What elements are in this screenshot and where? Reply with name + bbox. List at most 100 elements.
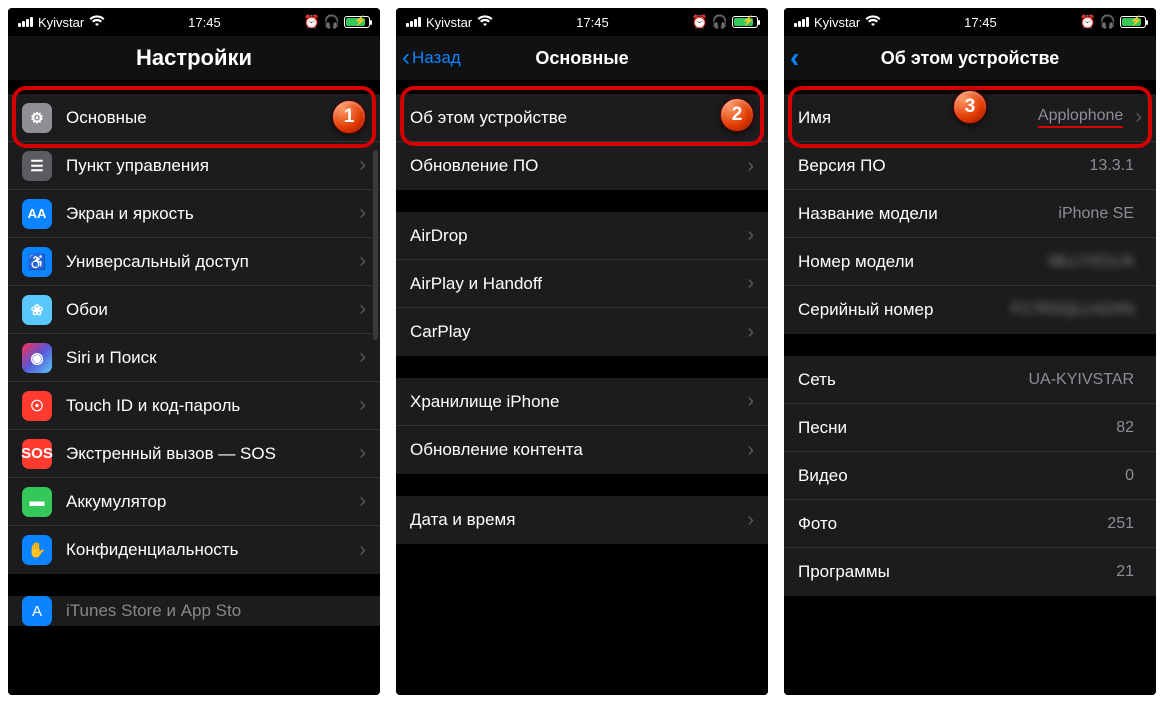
step-badge-2: 2 bbox=[720, 98, 754, 132]
signal-icon bbox=[18, 17, 33, 27]
headphones-icon: 🎧 bbox=[1100, 14, 1116, 30]
row-touchid[interactable]: ☉ Touch ID и код-пароль › bbox=[8, 382, 380, 430]
chevron-right-icon: › bbox=[359, 442, 366, 465]
general-screen: Kyivstar 17:45 ⏰ 🎧 ⚡ ‹ Назад Основные Об… bbox=[396, 8, 768, 695]
alarm-icon: ⏰ bbox=[692, 14, 708, 30]
row-model-number[interactable]: Номер модели MLLY2CL/A bbox=[784, 238, 1156, 286]
chevron-right-icon: › bbox=[747, 390, 754, 413]
scrollbar[interactable] bbox=[373, 150, 378, 340]
row-siri[interactable]: ◉ Siri и Поиск › bbox=[8, 334, 380, 382]
row-sos[interactable]: SOS Экстренный вызов — SOS › bbox=[8, 430, 380, 478]
nav-bar: Настройки bbox=[8, 36, 380, 80]
row-apps: Программы 21 bbox=[784, 548, 1156, 596]
nav-bar: ‹ Об этом устройстве bbox=[784, 36, 1156, 80]
chevron-right-icon: › bbox=[359, 539, 366, 562]
wallpaper-icon: ❀ bbox=[22, 295, 52, 325]
touchid-icon: ☉ bbox=[22, 391, 52, 421]
carrier-label: Kyivstar bbox=[426, 15, 472, 30]
chevron-right-icon: › bbox=[747, 272, 754, 295]
siri-icon: ◉ bbox=[22, 343, 52, 373]
clock: 17:45 bbox=[188, 15, 221, 30]
back-button[interactable]: ‹ Назад bbox=[402, 36, 461, 80]
step-badge-3: 3 bbox=[953, 90, 987, 124]
alarm-icon: ⏰ bbox=[304, 14, 320, 30]
chevron-right-icon: › bbox=[359, 298, 366, 321]
row-wallpaper[interactable]: ❀ Обои › bbox=[8, 286, 380, 334]
general-list[interactable]: Об этом устройстве › Обновление ПО › Air… bbox=[396, 80, 768, 695]
alarm-icon: ⏰ bbox=[1080, 14, 1096, 30]
headphones-icon: 🎧 bbox=[324, 14, 340, 30]
chevron-right-icon: › bbox=[359, 154, 366, 177]
clock: 17:45 bbox=[576, 15, 609, 30]
row-version[interactable]: Версия ПО 13.3.1 bbox=[784, 142, 1156, 190]
chevron-right-icon: › bbox=[747, 224, 754, 247]
clock: 17:45 bbox=[964, 15, 997, 30]
carrier-label: Kyivstar bbox=[38, 15, 84, 30]
about-list[interactable]: Имя Applophone › Версия ПО 13.3.1 Назван… bbox=[784, 80, 1156, 695]
row-itunes[interactable]: A iTunes Store и App Sto bbox=[8, 596, 380, 626]
battery-icon: ⚡ bbox=[344, 16, 370, 28]
row-battery[interactable]: ▬ Аккумулятор › bbox=[8, 478, 380, 526]
step-badge-1: 1 bbox=[332, 100, 366, 134]
sos-icon: SOS bbox=[22, 439, 52, 469]
switches-icon: ☰ bbox=[22, 151, 52, 181]
row-datetime[interactable]: Дата и время › bbox=[396, 496, 768, 544]
row-songs: Песни 82 bbox=[784, 404, 1156, 452]
chevron-right-icon: › bbox=[1135, 106, 1142, 129]
wifi-icon bbox=[89, 15, 105, 30]
page-title: Основные bbox=[535, 48, 628, 69]
status-bar: Kyivstar 17:45 ⏰ 🎧 ⚡ bbox=[8, 8, 380, 36]
row-privacy[interactable]: ✋ Конфиденциальность › bbox=[8, 526, 380, 574]
battery-icon: ⚡ bbox=[732, 16, 758, 28]
row-carplay[interactable]: CarPlay › bbox=[396, 308, 768, 356]
settings-screen: Kyivstar 17:45 ⏰ 🎧 ⚡ Настройки ⚙ Основны… bbox=[8, 8, 380, 695]
settings-list[interactable]: ⚙ Основные › ☰ Пункт управления › AA Экр… bbox=[8, 80, 380, 695]
device-name-value: Applophone bbox=[1038, 107, 1123, 128]
chevron-right-icon: › bbox=[359, 490, 366, 513]
row-control-center[interactable]: ☰ Пункт управления › bbox=[8, 142, 380, 190]
row-videos: Видео 0 bbox=[784, 452, 1156, 500]
chevron-right-icon: › bbox=[359, 394, 366, 417]
chevron-left-icon: ‹ bbox=[790, 44, 799, 72]
chevron-right-icon: › bbox=[747, 509, 754, 532]
row-about[interactable]: Об этом устройстве › bbox=[396, 94, 768, 142]
wifi-icon bbox=[865, 15, 881, 30]
signal-icon bbox=[406, 17, 421, 27]
chevron-right-icon: › bbox=[747, 155, 754, 178]
battery-icon: ⚡ bbox=[1120, 16, 1146, 28]
row-background-refresh[interactable]: Обновление контента › bbox=[396, 426, 768, 474]
battery-row-icon: ▬ bbox=[22, 487, 52, 517]
carrier-label: Kyivstar bbox=[814, 15, 860, 30]
chevron-right-icon: › bbox=[747, 439, 754, 462]
chevron-left-icon: ‹ bbox=[402, 46, 410, 70]
accessibility-icon: ♿ bbox=[22, 247, 52, 277]
row-general[interactable]: ⚙ Основные › bbox=[8, 94, 380, 142]
row-airplay[interactable]: AirPlay и Handoff › bbox=[396, 260, 768, 308]
row-serial[interactable]: Серийный номер F17RSQLLH2XN bbox=[784, 286, 1156, 334]
page-title: Настройки bbox=[136, 45, 252, 71]
row-network: Сеть UA-KYIVSTAR bbox=[784, 356, 1156, 404]
chevron-right-icon: › bbox=[359, 346, 366, 369]
row-model-name[interactable]: Название модели iPhone SE bbox=[784, 190, 1156, 238]
page-title: Об этом устройстве bbox=[881, 48, 1060, 69]
signal-icon bbox=[794, 17, 809, 27]
status-bar: Kyivstar 17:45 ⏰ 🎧 ⚡ bbox=[784, 8, 1156, 36]
row-display[interactable]: AA Экран и яркость › bbox=[8, 190, 380, 238]
row-accessibility[interactable]: ♿ Универсальный доступ › bbox=[8, 238, 380, 286]
row-storage[interactable]: Хранилище iPhone › bbox=[396, 378, 768, 426]
row-photos: Фото 251 bbox=[784, 500, 1156, 548]
chevron-right-icon: › bbox=[747, 321, 754, 344]
chevron-right-icon: › bbox=[359, 250, 366, 273]
status-bar: Kyivstar 17:45 ⏰ 🎧 ⚡ bbox=[396, 8, 768, 36]
wifi-icon bbox=[477, 15, 493, 30]
hand-icon: ✋ bbox=[22, 535, 52, 565]
nav-bar: ‹ Назад Основные bbox=[396, 36, 768, 80]
row-software-update[interactable]: Обновление ПО › bbox=[396, 142, 768, 190]
row-airdrop[interactable]: AirDrop › bbox=[396, 212, 768, 260]
headphones-icon: 🎧 bbox=[712, 14, 728, 30]
appstore-icon: A bbox=[22, 596, 52, 626]
back-button[interactable]: ‹ bbox=[790, 36, 801, 80]
chevron-right-icon: › bbox=[359, 202, 366, 225]
display-icon: AA bbox=[22, 199, 52, 229]
gear-icon: ⚙ bbox=[22, 103, 52, 133]
